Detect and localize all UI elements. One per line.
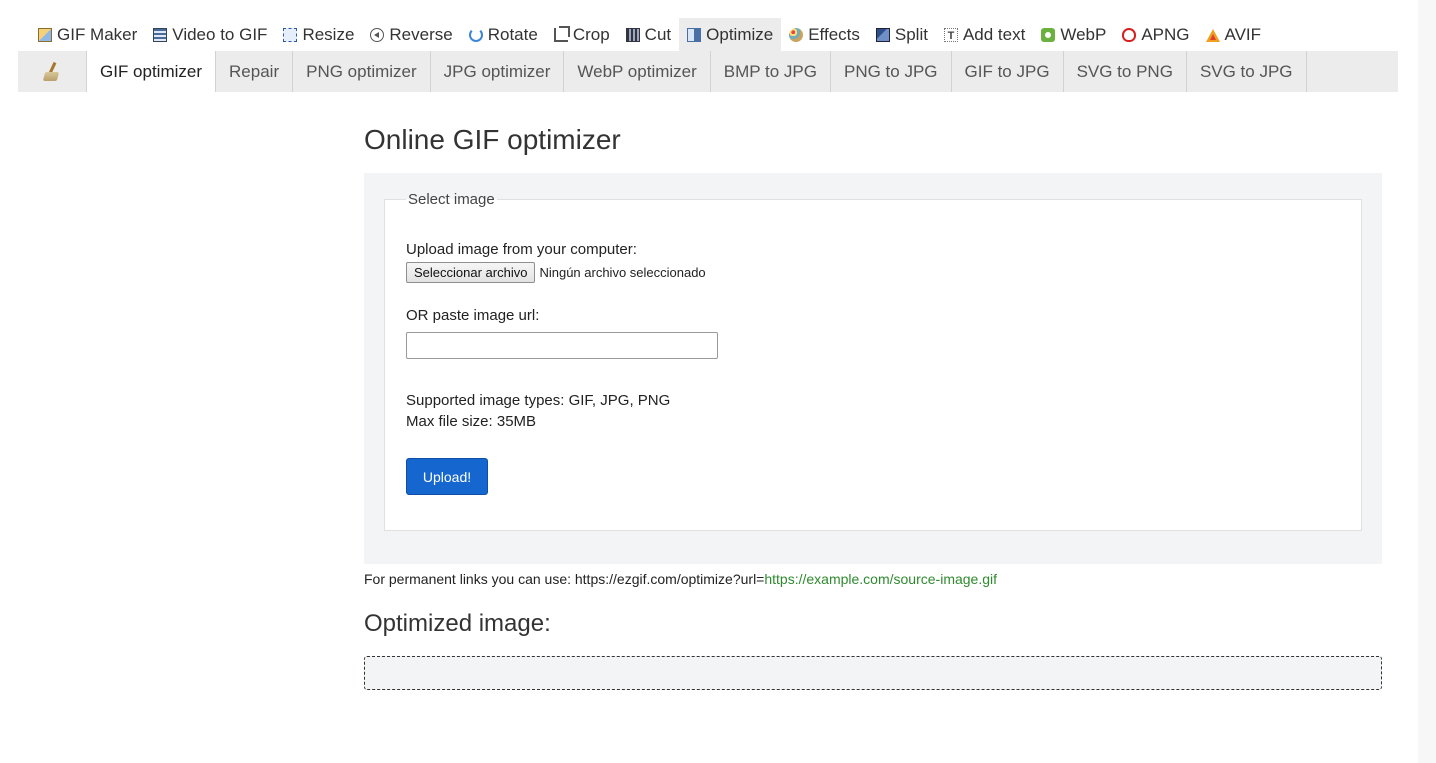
nav-video-to-gif[interactable]: Video to GIF — [145, 18, 275, 51]
optimize-sub-nav: GIF optimizer Repair PNG optimizer JPG o… — [18, 51, 1398, 92]
split-icon — [875, 27, 890, 42]
optimize-logo[interactable] — [18, 51, 86, 92]
tab-svg-to-jpg[interactable]: SVG to JPG — [1187, 51, 1307, 92]
nav-apng[interactable]: APNG — [1114, 18, 1197, 51]
nav-gif-maker[interactable]: GIF Maker — [30, 18, 145, 51]
tab-bmp-to-jpg[interactable]: BMP to JPG — [711, 51, 831, 92]
tab-png-optimizer[interactable]: PNG optimizer — [293, 51, 431, 92]
broom-icon — [42, 62, 62, 82]
fieldset-legend: Select image — [408, 191, 495, 208]
tab-jpg-optimizer[interactable]: JPG optimizer — [431, 51, 565, 92]
choose-file-button[interactable]: Seleccionar archivo — [406, 262, 536, 283]
add-text-icon: T — [943, 27, 958, 42]
tab-png-to-jpg[interactable]: PNG to JPG — [831, 51, 952, 92]
nav-cut[interactable]: Cut — [618, 18, 679, 51]
page-scroll-gutter — [1418, 0, 1436, 763]
main-tool-nav: GIF Maker Video to GIF Resize Reverse Ro… — [30, 18, 1269, 51]
permalink-example-url: https://example.com/source-image.gif — [764, 571, 998, 587]
nav-label: Resize — [302, 24, 355, 44]
nav-split[interactable]: Split — [868, 18, 936, 51]
avif-icon — [1205, 28, 1220, 42]
nav-label: AVIF — [1224, 24, 1262, 44]
optimized-image-output — [364, 656, 1382, 690]
image-url-input[interactable] — [406, 332, 718, 359]
apng-icon — [1122, 27, 1137, 42]
nav-label: Video to GIF — [172, 24, 268, 44]
reverse-icon — [370, 27, 385, 42]
nav-optimize[interactable]: Optimize — [679, 18, 782, 51]
nav-label: Reverse — [389, 24, 453, 44]
optimized-image-title: Optimized image: — [364, 610, 551, 637]
nav-reverse[interactable]: Reverse — [362, 18, 460, 51]
nav-label: Crop — [572, 24, 610, 44]
optimize-icon — [687, 27, 702, 42]
file-picker: Seleccionar archivo Ningún archivo selec… — [406, 262, 706, 283]
nav-label: Rotate — [487, 24, 538, 44]
nav-rotate[interactable]: Rotate — [461, 18, 546, 51]
upload-label: Upload image from your computer: — [406, 241, 637, 258]
nav-add-text[interactable]: T Add text — [936, 18, 1033, 51]
cut-icon — [625, 27, 640, 42]
tab-gif-optimizer[interactable]: GIF optimizer — [86, 51, 217, 92]
permalink-note: For permanent links you can use: https:/… — [364, 571, 997, 587]
tab-svg-to-png[interactable]: SVG to PNG — [1064, 51, 1187, 92]
film-icon — [153, 27, 168, 42]
nav-label: Split — [894, 24, 928, 44]
nav-label: APNG — [1141, 24, 1190, 44]
nav-label: WebP — [1060, 24, 1107, 44]
nav-resize[interactable]: Resize — [275, 18, 362, 51]
page-title: Online GIF optimizer — [364, 124, 621, 155]
file-status-text: Ningún archivo seleccionado — [539, 265, 706, 280]
resize-icon — [283, 27, 298, 42]
upload-panel: Select image Upload image from your comp… — [364, 173, 1382, 564]
nav-label: Add text — [962, 24, 1026, 44]
nav-label: Optimize — [706, 24, 774, 44]
nav-avif[interactable]: AVIF — [1198, 18, 1270, 51]
tab-gif-to-jpg[interactable]: GIF to JPG — [952, 51, 1064, 92]
rotate-icon — [468, 27, 483, 42]
crop-icon — [553, 25, 570, 42]
upload-button[interactable]: Upload! — [406, 458, 488, 495]
palette-icon — [789, 27, 804, 42]
max-file-size-text: Max file size: 35MB — [406, 413, 537, 430]
nav-label: GIF Maker — [57, 24, 138, 44]
nav-crop[interactable]: Crop — [546, 18, 618, 51]
webp-icon — [1041, 27, 1056, 42]
tab-webp-optimizer[interactable]: WebP optimizer — [564, 51, 711, 92]
nav-effects[interactable]: Effects — [781, 18, 868, 51]
supported-info: Supported image types: GIF, JPG, PNG Max… — [406, 390, 670, 432]
url-label: OR paste image url: — [406, 307, 540, 324]
nav-label: Cut — [644, 24, 672, 44]
gif-maker-icon — [38, 27, 52, 42]
select-image-fieldset: Select image Upload image from your comp… — [384, 191, 1362, 531]
nav-webp[interactable]: WebP — [1033, 18, 1114, 51]
tab-repair[interactable]: Repair — [216, 51, 294, 92]
nav-label: Effects — [808, 24, 860, 44]
supported-types-text: Supported image types: GIF, JPG, PNG — [406, 392, 671, 409]
permalink-prefix: For permanent links you can use: https:/… — [364, 571, 765, 587]
